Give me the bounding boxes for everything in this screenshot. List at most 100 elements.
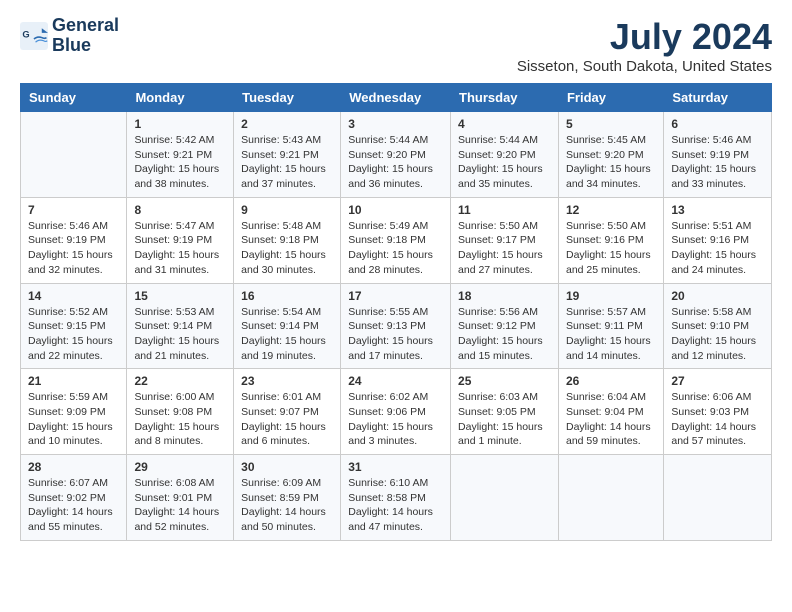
calendar-cell: 14 Sunrise: 5:52 AMSunset: 9:15 PMDayligh…: [21, 283, 127, 369]
day-info: Sunrise: 6:03 AMSunset: 9:05 PMDaylight:…: [458, 390, 551, 449]
day-info: Sunrise: 5:50 AMSunset: 9:17 PMDaylight:…: [458, 219, 551, 278]
day-number: 2: [241, 117, 333, 131]
weekday-header-tuesday: Tuesday: [234, 84, 341, 112]
calendar-cell: 10 Sunrise: 5:49 AMSunset: 9:18 PMDayligh…: [341, 197, 451, 283]
day-number: 29: [134, 460, 226, 474]
calendar-table: SundayMondayTuesdayWednesdayThursdayFrid…: [20, 83, 772, 541]
calendar-cell: [451, 455, 559, 541]
day-info: Sunrise: 5:46 AMSunset: 9:19 PMDaylight:…: [28, 219, 119, 278]
calendar-cell: 5 Sunrise: 5:45 AMSunset: 9:20 PMDaylight…: [558, 112, 663, 198]
calendar-cell: 17 Sunrise: 5:55 AMSunset: 9:13 PMDayligh…: [341, 283, 451, 369]
calendar-cell: 23 Sunrise: 6:01 AMSunset: 9:07 PMDayligh…: [234, 369, 341, 455]
weekday-header-saturday: Saturday: [664, 84, 772, 112]
calendar-cell: 19 Sunrise: 5:57 AMSunset: 9:11 PMDayligh…: [558, 283, 663, 369]
day-number: 8: [134, 203, 226, 217]
calendar-cell: 2 Sunrise: 5:43 AMSunset: 9:21 PMDaylight…: [234, 112, 341, 198]
day-info: Sunrise: 5:49 AMSunset: 9:18 PMDaylight:…: [348, 219, 443, 278]
day-number: 31: [348, 460, 443, 474]
weekday-header-thursday: Thursday: [451, 84, 559, 112]
day-number: 6: [671, 117, 764, 131]
day-number: 1: [134, 117, 226, 131]
day-number: 20: [671, 289, 764, 303]
day-info: Sunrise: 6:07 AMSunset: 9:02 PMDaylight:…: [28, 476, 119, 535]
day-number: 15: [134, 289, 226, 303]
day-info: Sunrise: 5:47 AMSunset: 9:19 PMDaylight:…: [134, 219, 226, 278]
day-number: 13: [671, 203, 764, 217]
calendar-cell: 21 Sunrise: 5:59 AMSunset: 9:09 PMDayligh…: [21, 369, 127, 455]
day-info: Sunrise: 5:53 AMSunset: 9:14 PMDaylight:…: [134, 305, 226, 364]
day-number: 24: [348, 374, 443, 388]
day-info: Sunrise: 6:06 AMSunset: 9:03 PMDaylight:…: [671, 390, 764, 449]
day-number: 30: [241, 460, 333, 474]
calendar-cell: 22 Sunrise: 6:00 AMSunset: 9:08 PMDayligh…: [127, 369, 234, 455]
day-info: Sunrise: 5:45 AMSunset: 9:20 PMDaylight:…: [566, 133, 656, 192]
calendar-cell: 24 Sunrise: 6:02 AMSunset: 9:06 PMDayligh…: [341, 369, 451, 455]
calendar-cell: 1 Sunrise: 5:42 AMSunset: 9:21 PMDaylight…: [127, 112, 234, 198]
calendar-cell: 8 Sunrise: 5:47 AMSunset: 9:19 PMDaylight…: [127, 197, 234, 283]
calendar-cell: [558, 455, 663, 541]
weekday-header-monday: Monday: [127, 84, 234, 112]
main-title: July 2024: [517, 16, 772, 58]
weekday-header-wednesday: Wednesday: [341, 84, 451, 112]
day-info: Sunrise: 6:01 AMSunset: 9:07 PMDaylight:…: [241, 390, 333, 449]
day-info: Sunrise: 6:00 AMSunset: 9:08 PMDaylight:…: [134, 390, 226, 449]
day-number: 22: [134, 374, 226, 388]
day-info: Sunrise: 5:55 AMSunset: 9:13 PMDaylight:…: [348, 305, 443, 364]
day-info: Sunrise: 5:59 AMSunset: 9:09 PMDaylight:…: [28, 390, 119, 449]
day-number: 26: [566, 374, 656, 388]
day-number: 18: [458, 289, 551, 303]
day-info: Sunrise: 5:50 AMSunset: 9:16 PMDaylight:…: [566, 219, 656, 278]
day-number: 23: [241, 374, 333, 388]
calendar-cell: [664, 455, 772, 541]
day-number: 16: [241, 289, 333, 303]
day-number: 28: [28, 460, 119, 474]
calendar-cell: 7 Sunrise: 5:46 AMSunset: 9:19 PMDaylight…: [21, 197, 127, 283]
day-number: 9: [241, 203, 333, 217]
calendar-cell: 16Sunrise: 5:54 AMSunset: 9:14 PMDayligh…: [234, 283, 341, 369]
day-number: 10: [348, 203, 443, 217]
calendar-cell: 11 Sunrise: 5:50 AMSunset: 9:17 PMDayligh…: [451, 197, 559, 283]
day-info: Sunrise: 5:43 AMSunset: 9:21 PMDaylight:…: [241, 133, 333, 192]
calendar-cell: 15 Sunrise: 5:53 AMSunset: 9:14 PMDayligh…: [127, 283, 234, 369]
day-number: 4: [458, 117, 551, 131]
logo-line2: Blue: [52, 36, 119, 56]
calendar-cell: 27Sunrise: 6:06 AMSunset: 9:03 PMDayligh…: [664, 369, 772, 455]
day-number: 14: [28, 289, 119, 303]
day-info: Sunrise: 5:57 AMSunset: 9:11 PMDaylight:…: [566, 305, 656, 364]
day-info: Sunrise: 5:48 AMSunset: 9:18 PMDaylight:…: [241, 219, 333, 278]
day-number: 19: [566, 289, 656, 303]
day-info: Sunrise: 6:09 AMSunset: 8:59 PMDaylight:…: [241, 476, 333, 535]
calendar-cell: 31Sunrise: 6:10 AMSunset: 8:58 PMDayligh…: [341, 455, 451, 541]
calendar-cell: [21, 112, 127, 198]
weekday-header-friday: Friday: [558, 84, 663, 112]
day-number: 5: [566, 117, 656, 131]
calendar-cell: 20 Sunrise: 5:58 AMSunset: 9:10 PMDayligh…: [664, 283, 772, 369]
day-number: 17: [348, 289, 443, 303]
day-number: 7: [28, 203, 119, 217]
day-info: Sunrise: 5:42 AMSunset: 9:21 PMDaylight:…: [134, 133, 226, 192]
day-info: Sunrise: 5:44 AMSunset: 9:20 PMDaylight:…: [458, 133, 551, 192]
day-info: Sunrise: 6:02 AMSunset: 9:06 PMDaylight:…: [348, 390, 443, 449]
calendar-cell: 29 Sunrise: 6:08 AMSunset: 9:01 PMDayligh…: [127, 455, 234, 541]
day-number: 11: [458, 203, 551, 217]
logo-icon: G: [20, 22, 48, 50]
svg-text:G: G: [22, 29, 29, 39]
calendar-cell: 30 Sunrise: 6:09 AMSunset: 8:59 PMDayligh…: [234, 455, 341, 541]
calendar-cell: 4 Sunrise: 5:44 AMSunset: 9:20 PMDaylight…: [451, 112, 559, 198]
day-info: Sunrise: 6:08 AMSunset: 9:01 PMDaylight:…: [134, 476, 226, 535]
day-info: Sunrise: 5:58 AMSunset: 9:10 PMDaylight:…: [671, 305, 764, 364]
day-info: Sunrise: 5:46 AMSunset: 9:19 PMDaylight:…: [671, 133, 764, 192]
calendar-cell: 28 Sunrise: 6:07 AMSunset: 9:02 PMDayligh…: [21, 455, 127, 541]
calendar-cell: 26Sunrise: 6:04 AMSunset: 9:04 PMDayligh…: [558, 369, 663, 455]
day-info: Sunrise: 5:52 AMSunset: 9:15 PMDaylight:…: [28, 305, 119, 364]
calendar-cell: 12Sunrise: 5:50 AMSunset: 9:16 PMDayligh…: [558, 197, 663, 283]
weekday-header-sunday: Sunday: [21, 84, 127, 112]
logo-line1: General: [52, 16, 119, 36]
subtitle: Sisseton, South Dakota, United States: [517, 58, 772, 75]
day-info: Sunrise: 5:56 AMSunset: 9:12 PMDaylight:…: [458, 305, 551, 364]
calendar-cell: 25Sunrise: 6:03 AMSunset: 9:05 PMDayligh…: [451, 369, 559, 455]
day-number: 21: [28, 374, 119, 388]
calendar-cell: 3Sunrise: 5:44 AMSunset: 9:20 PMDaylight…: [341, 112, 451, 198]
day-info: Sunrise: 5:51 AMSunset: 9:16 PMDaylight:…: [671, 219, 764, 278]
day-number: 3: [348, 117, 443, 131]
